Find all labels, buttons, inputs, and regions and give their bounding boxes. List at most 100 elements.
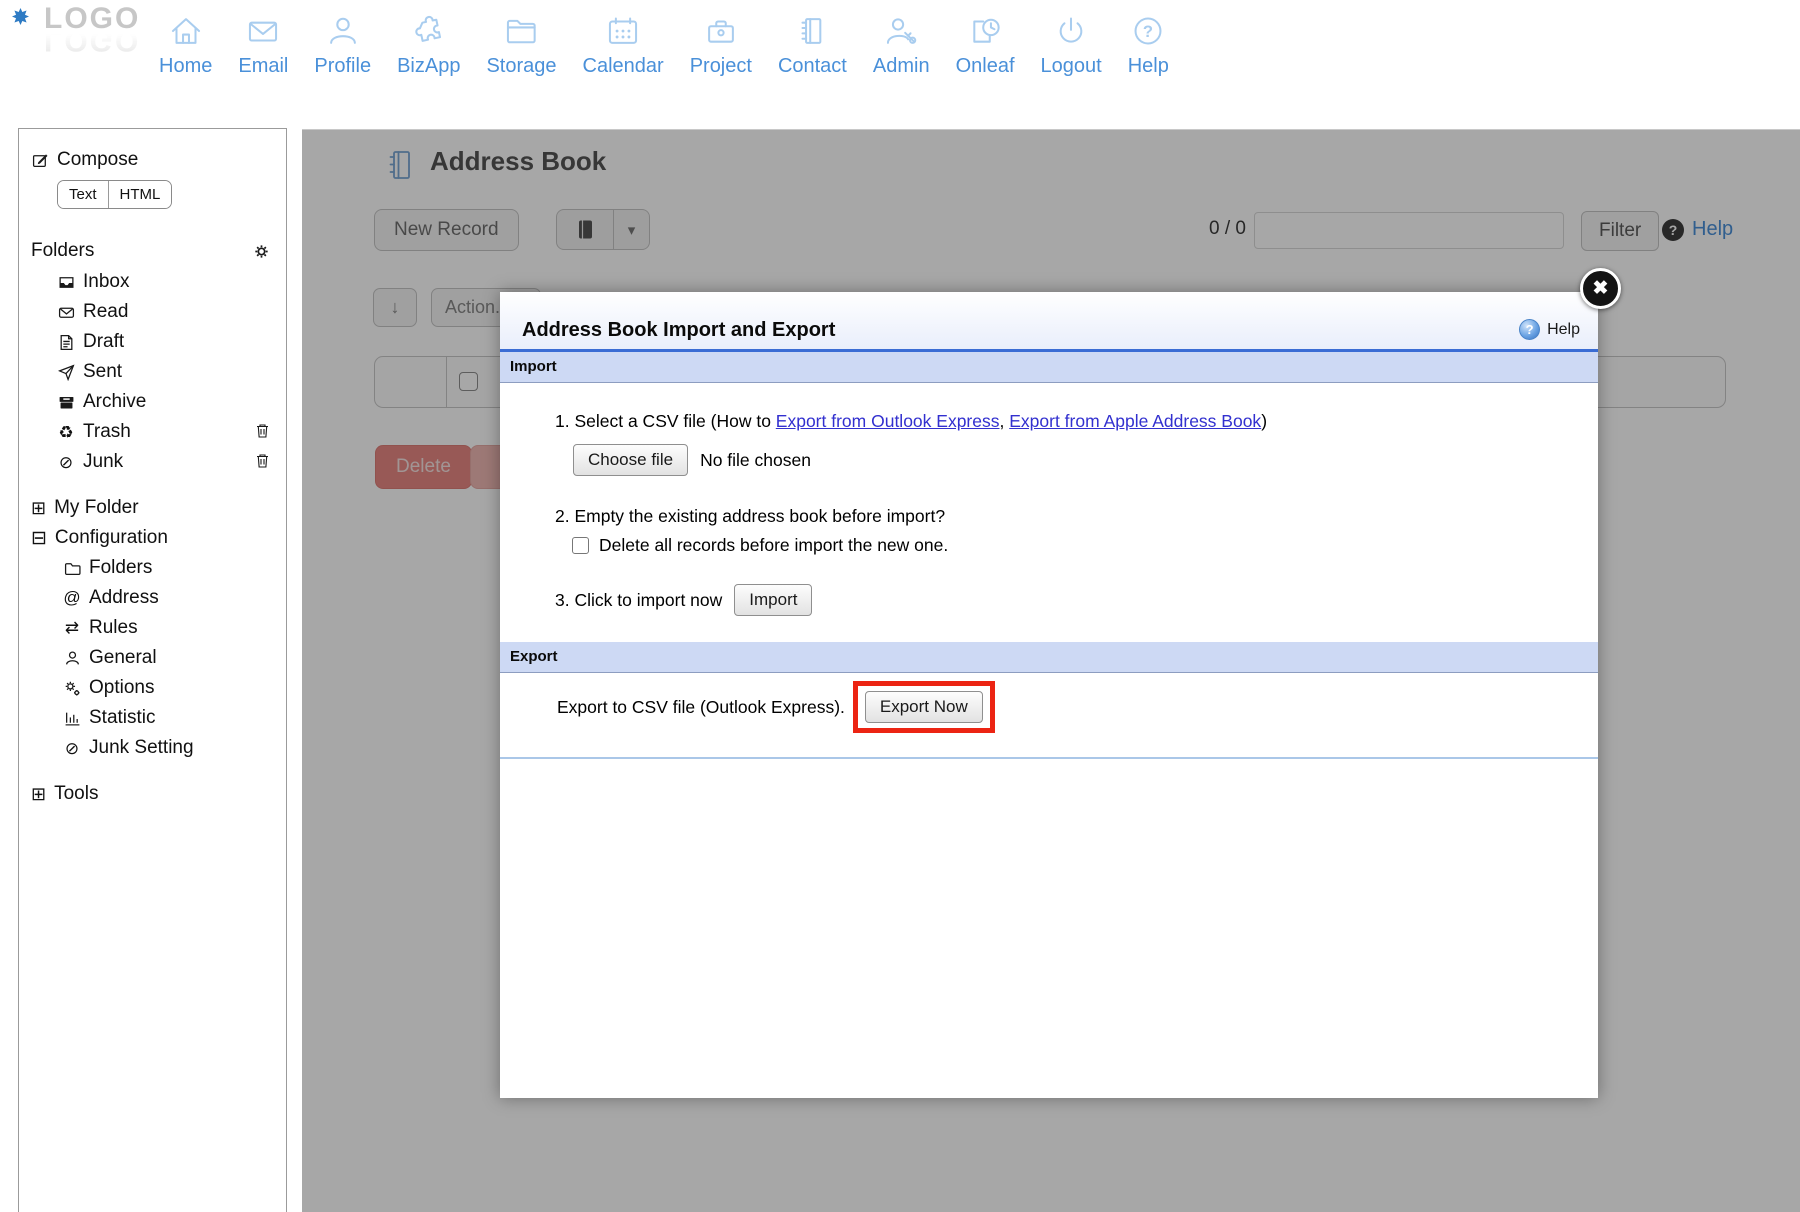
nav-item-email[interactable]: Email <box>225 10 301 78</box>
nav-label: BizApp <box>397 55 460 78</box>
empty-junk-icon[interactable] <box>255 453 270 469</box>
nav-item-onleaf[interactable]: Onleaf <box>943 10 1028 78</box>
sidebar-item-label: Options <box>89 677 154 699</box>
sidebar-section-configuration[interactable]: ⊟ Configuration <box>31 523 286 553</box>
step1-prefix: 1. Select a CSV file (How to <box>555 411 776 431</box>
home-icon <box>159 10 212 52</box>
import-step-3: 3. Click to import now Import <box>555 584 1598 616</box>
compose-text-button[interactable]: Text <box>58 181 108 208</box>
delete-records-label: Delete all records before import the new… <box>599 535 948 556</box>
export-row: Export to CSV file (Outlook Express). Ex… <box>557 681 1598 733</box>
sidebar-item-label: Read <box>83 301 128 323</box>
sidebar-item-label: Junk <box>83 451 123 473</box>
nav-item-project[interactable]: Project <box>677 10 765 78</box>
sidebar-item-config-options[interactable]: Options <box>63 673 286 703</box>
export-section-header: Export <box>500 642 1598 673</box>
empty-trash-icon[interactable] <box>255 423 270 439</box>
sidebar-item-config-junk-setting[interactable]: ⊘ Junk Setting <box>63 733 286 763</box>
sidebar-item-trash[interactable]: ♻ Trash <box>57 417 286 447</box>
nav-item-home[interactable]: Home <box>146 10 225 78</box>
nav-item-logout[interactable]: Logout <box>1028 10 1115 78</box>
step3-label: 3. Click to import now <box>555 590 722 611</box>
folder-icon <box>63 560 81 577</box>
nav-label: Home <box>159 55 212 78</box>
sidebar-item-label: Junk Setting <box>89 737 194 759</box>
sidebar-section-tools[interactable]: ⊞ Tools <box>31 779 286 809</box>
expand-icon[interactable]: ⊞ <box>31 784 46 805</box>
import-button[interactable]: Import <box>734 584 812 616</box>
nav-label: Admin <box>873 55 930 78</box>
dialog-help-link[interactable]: ? Help <box>1519 319 1580 342</box>
nav-list: Home Email Profile BizApp Storage Calend… <box>146 10 1182 78</box>
nav-item-bizapp[interactable]: BizApp <box>384 10 473 78</box>
sidebar-item-label: General <box>89 647 157 669</box>
blocked-icon: ⊘ <box>63 740 81 757</box>
sidebar-item-config-rules[interactable]: ⇄ Rules <box>63 613 286 643</box>
sidebar-item-archive[interactable]: Archive <box>57 387 286 417</box>
close-icon[interactable]: ✖ <box>1580 268 1621 309</box>
collapse-icon[interactable]: ⊟ <box>31 527 47 550</box>
nav-item-profile[interactable]: Profile <box>301 10 384 78</box>
sidebar-item-label: Inbox <box>83 271 129 293</box>
nav-item-help[interactable]: ? Help <box>1115 10 1182 78</box>
logo-reflection: LOGO <box>44 25 140 55</box>
export-now-button[interactable]: Export Now <box>865 691 983 723</box>
logo: LOGO LOGO <box>44 4 140 55</box>
sidebar-item-config-general[interactable]: General <box>63 643 286 673</box>
draft-icon <box>57 334 75 351</box>
sidebar-item-inbox[interactable]: Inbox <box>57 267 286 297</box>
calendar-icon <box>583 10 664 52</box>
nav-label: Onleaf <box>956 55 1015 78</box>
sidebar-item-read[interactable]: Read <box>57 297 286 327</box>
nav-label: Project <box>690 55 752 78</box>
apple-export-link[interactable]: Export from Apple Address Book <box>1009 411 1261 431</box>
sidebar-item-label: Rules <box>89 617 138 639</box>
nav-item-admin[interactable]: Admin <box>860 10 943 78</box>
import-step-1: 1. Select a CSV file (How to Export from… <box>555 411 1598 432</box>
nav-label: Storage <box>486 55 556 78</box>
nav-label: Profile <box>314 55 371 78</box>
onleaf-icon <box>956 10 1015 52</box>
outlook-export-link[interactable]: Export from Outlook Express <box>776 411 1000 431</box>
sidebar-item-label: Statistic <box>89 707 156 729</box>
sidebar-item-config-address[interactable]: @ Address <box>63 583 286 613</box>
email-icon <box>238 10 288 52</box>
import-step-2: 2. Empty the existing address book befor… <box>555 506 1598 527</box>
dialog-help-label: Help <box>1547 321 1580 339</box>
sidebar-item-draft[interactable]: Draft <box>57 327 286 357</box>
nav-item-storage[interactable]: Storage <box>473 10 569 78</box>
sidebar-item-label: Draft <box>83 331 124 353</box>
contact-icon <box>778 10 847 52</box>
svg-text:?: ? <box>1143 22 1153 41</box>
expand-icon[interactable]: ⊞ <box>31 498 46 519</box>
compose-html-button[interactable]: HTML <box>108 181 172 208</box>
delete-records-checkbox[interactable] <box>572 537 589 554</box>
import-export-dialog: Address Book Import and Export ? Help Im… <box>500 292 1598 1098</box>
export-label: Export to CSV file (Outlook Express). <box>557 697 845 718</box>
section-label: Configuration <box>55 527 168 549</box>
sidebar-item-junk[interactable]: ⊘ Junk <box>57 447 286 477</box>
storage-icon <box>486 10 556 52</box>
gears-icon <box>63 680 81 697</box>
nav-label: Email <box>238 55 288 78</box>
nav-item-calendar[interactable]: Calendar <box>570 10 677 78</box>
sidebar-item-config-folders[interactable]: Folders <box>63 553 286 583</box>
help-icon: ? <box>1128 10 1169 52</box>
sidebar-item-sent[interactable]: Sent <box>57 357 286 387</box>
file-chosen-status: No file chosen <box>700 450 811 471</box>
gear-icon[interactable] <box>253 243 270 260</box>
sidebar-item-config-statistic[interactable]: Statistic <box>63 703 286 733</box>
logout-icon <box>1041 10 1102 52</box>
choose-file-button[interactable]: Choose file <box>573 444 688 476</box>
sidebar-item-label: Trash <box>83 421 131 443</box>
admin-icon <box>873 10 930 52</box>
file-picker-row: Choose file No file chosen <box>573 444 1598 476</box>
nav-item-contact[interactable]: Contact <box>765 10 860 78</box>
sidebar: Compose Text HTML Folders Inbox Read Dra… <box>18 128 287 1212</box>
compose-mode-switch: Text HTML <box>57 180 172 209</box>
sidebar-item-label: Folders <box>89 557 152 579</box>
compose-button[interactable]: Compose <box>31 145 286 175</box>
recycle-icon: ♻ <box>57 424 75 441</box>
sidebar-section-my-folder[interactable]: ⊞ My Folder <box>31 493 286 523</box>
nav-label: Calendar <box>583 55 664 78</box>
